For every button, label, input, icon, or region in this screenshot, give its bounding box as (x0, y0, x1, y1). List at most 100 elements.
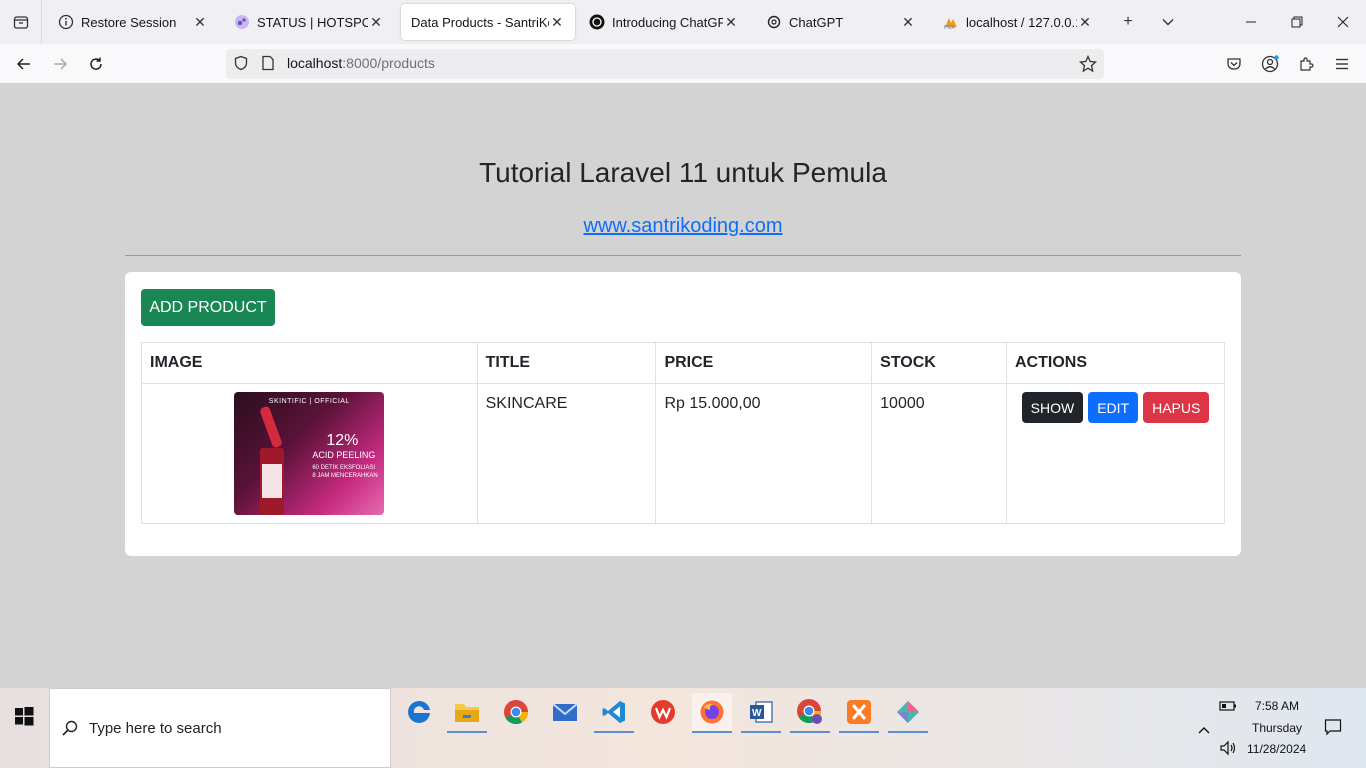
close-tab-icon[interactable]: ✕ (1077, 14, 1093, 31)
running-indicator (594, 731, 634, 733)
close-tab-icon[interactable]: ✕ (368, 14, 384, 31)
running-indicator (839, 731, 879, 733)
site-link[interactable]: www.santrikoding.com (0, 215, 1366, 238)
notifications-icon[interactable] (1324, 718, 1342, 741)
divider (125, 255, 1241, 256)
tab-title: ChatGPT (789, 14, 844, 30)
wps-app[interactable] (643, 693, 683, 731)
word-icon: W (750, 701, 773, 723)
close-icon (1337, 16, 1349, 28)
menu-button[interactable] (1332, 54, 1352, 74)
close-tab-icon[interactable]: ✕ (723, 14, 739, 31)
product-stock: 10000 (871, 383, 1007, 524)
tab-introducing-chatgpt[interactable]: Introducing ChatGPT | ✕ (579, 4, 749, 40)
new-tab-button[interactable]: + (1118, 12, 1138, 32)
chevron-down-icon (1162, 19, 1174, 26)
running-indicator (790, 731, 830, 733)
tab-title: Data Products - SantriKodi (411, 14, 549, 30)
column-header-actions: ACTIONS (1006, 342, 1225, 384)
show-button[interactable]: SHOW (1021, 392, 1084, 423)
clock-time[interactable]: 7:58 AM (1255, 699, 1299, 713)
list-all-tabs-button[interactable] (0, 0, 42, 44)
product-image-cell: SKINTIFIC | OFFICIAL 12% ACID PEELING 60… (141, 383, 478, 524)
vscode-icon (602, 701, 625, 723)
plus-icon: + (1123, 13, 1133, 30)
puzzle-icon (1300, 57, 1314, 71)
tab-status-hotspot[interactable]: STATUS | HOTSPOT ✕ (224, 4, 394, 40)
restore-icon (1291, 16, 1303, 28)
account-button[interactable] (1260, 54, 1280, 74)
forward-button[interactable] (50, 54, 70, 74)
running-indicator (888, 731, 928, 733)
chatgpt-icon (766, 14, 782, 30)
close-tab-icon[interactable]: ✕ (192, 14, 208, 31)
tab-phpmyadmin[interactable]: PMA localhost / 127.0.0.1 | p ✕ (933, 4, 1103, 40)
image-subtext-line2: 8 JAM MENCERAHKAN (312, 473, 378, 479)
navigation-toolbar: localhost:8000/products (0, 44, 1366, 84)
clock-date[interactable]: 11/28/2024 (1247, 742, 1306, 756)
shield-icon[interactable] (233, 55, 249, 76)
minimize-icon (1246, 21, 1256, 23)
arrow-left-icon (16, 58, 30, 70)
address-bar[interactable]: localhost:8000/products (226, 49, 1104, 79)
firefox-app[interactable] (692, 693, 732, 733)
start-button[interactable] (12, 704, 36, 728)
url-text: localhost:8000/products (287, 55, 435, 71)
chrome-icon (504, 700, 528, 725)
taskbar-search-box[interactable]: Type here to search (49, 688, 391, 768)
url-path: :8000/products (342, 55, 435, 71)
chrome-profile-app[interactable] (790, 693, 830, 733)
product-title: SKINCARE (476, 383, 657, 524)
tab-restore-session[interactable]: Restore Session ✕ (48, 4, 218, 40)
edit-button[interactable]: EDIT (1088, 392, 1139, 423)
column-header-price: PRICE (655, 342, 873, 384)
tab-title: STATUS | HOTSPOT (257, 14, 368, 30)
git-app[interactable] (888, 693, 928, 733)
running-indicator (692, 731, 732, 733)
tab-data-products[interactable]: Data Products - SantriKodi ✕ (401, 4, 575, 40)
phpmyadmin-icon: PMA (943, 14, 959, 30)
volume-icon[interactable] (1219, 740, 1237, 761)
tab-title: Restore Session (81, 14, 177, 30)
mail-app[interactable] (545, 693, 585, 731)
search-placeholder: Type here to search (89, 720, 222, 737)
file-explorer-app[interactable] (447, 693, 487, 733)
account-icon (1261, 55, 1279, 73)
table-header-row: IMAGE TITLE PRICE STOCK ACTIONS (141, 342, 1225, 384)
vscode-app[interactable] (594, 693, 634, 733)
close-tab-icon[interactable]: ✕ (549, 14, 565, 31)
back-button[interactable] (14, 54, 34, 74)
tab-overflow-button[interactable] (1158, 12, 1178, 32)
minimize-button[interactable] (1241, 12, 1261, 32)
image-brand-text: SKINTIFIC | OFFICIAL (268, 398, 350, 405)
close-window-button[interactable] (1333, 12, 1353, 32)
page-title: Tutorial Laravel 11 untuk Pemula (479, 157, 887, 188)
openai-icon (589, 14, 605, 30)
tab-title: Introducing ChatGPT | (612, 14, 723, 30)
column-header-title: TITLE (476, 342, 657, 384)
info-icon (58, 14, 74, 30)
pocket-button[interactable] (1224, 54, 1244, 74)
products-table: IMAGE TITLE PRICE STOCK ACTIONS SKINTIFI… (141, 342, 1225, 524)
wps-icon (651, 700, 675, 724)
edge-app[interactable] (399, 693, 439, 731)
chrome-app[interactable] (496, 693, 536, 731)
arrow-right-icon (54, 58, 68, 70)
extensions-button[interactable] (1296, 54, 1316, 74)
reload-button[interactable] (86, 54, 106, 74)
word-app[interactable]: W (741, 693, 781, 733)
xampp-app[interactable] (839, 693, 879, 733)
restore-button[interactable] (1287, 12, 1307, 32)
battery-icon[interactable] (1219, 699, 1237, 717)
page-icon[interactable] (261, 55, 275, 76)
image-percent-text: 12% (326, 432, 359, 449)
clock-day[interactable]: Thursday (1252, 721, 1302, 735)
tab-chatgpt[interactable]: ChatGPT ✕ (756, 4, 926, 40)
close-tab-icon[interactable]: ✕ (900, 14, 916, 31)
add-product-button[interactable]: ADD PRODUCT (141, 289, 275, 326)
delete-button[interactable]: HAPUS (1143, 392, 1210, 423)
running-indicator (447, 731, 487, 733)
bookmark-star-icon[interactable] (1078, 54, 1098, 78)
column-header-stock: STOCK (871, 342, 1007, 384)
show-hidden-icons-button[interactable] (1197, 722, 1211, 740)
